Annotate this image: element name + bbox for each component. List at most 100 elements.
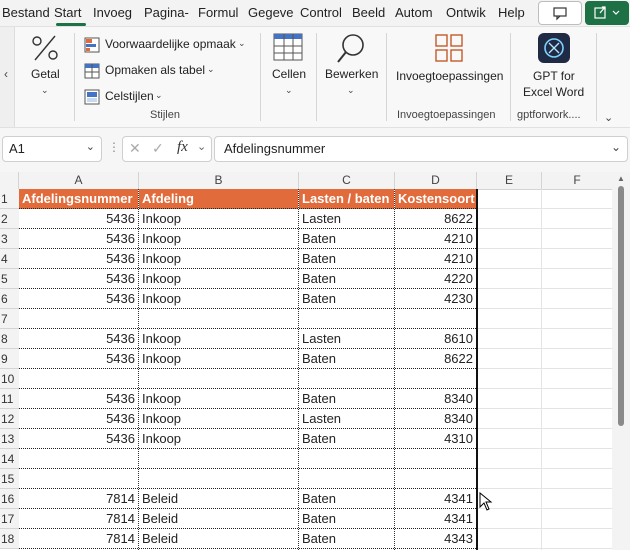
ribbon-scroll-left[interactable]: ‹: [0, 27, 15, 127]
more-options-icon[interactable]: ⋮: [108, 140, 120, 154]
row-header[interactable]: 17: [0, 509, 19, 529]
table-cell-d[interactable]: 4230: [395, 289, 476, 309]
row-header[interactable]: 4: [0, 249, 19, 269]
column-header-c[interactable]: C: [299, 172, 395, 190]
tab-beeld[interactable]: Beeld: [352, 0, 386, 26]
table-cell-a[interactable]: 5436: [19, 289, 138, 309]
worksheet-grid[interactable]: A B C D E F 1 Afdelingsnummer Afdeling L…: [0, 172, 630, 550]
table-cell-b[interactable]: Inkoop: [139, 209, 298, 229]
bewerken-button[interactable]: Bewerken ⌄: [322, 31, 380, 101]
table-cell-d[interactable]: 8622: [395, 209, 476, 229]
table-cell-a[interactable]: 7814: [19, 489, 138, 509]
column-header-d[interactable]: D: [395, 172, 477, 190]
table-cell-d[interactable]: [395, 469, 476, 489]
comments-button[interactable]: [538, 1, 582, 25]
tab-invoegen[interactable]: Invoeg: [93, 0, 137, 26]
table-cell-d[interactable]: 4341: [395, 489, 476, 509]
celstijlen-button[interactable]: Celstijlen ⌄: [84, 87, 168, 107]
table-cell-c[interactable]: Baten: [299, 509, 394, 529]
cancel-icon[interactable]: ✕: [129, 140, 141, 157]
row-header[interactable]: 14: [0, 449, 19, 469]
table-cell-c[interactable]: Lasten: [299, 329, 394, 349]
table-cell-d[interactable]: [395, 369, 476, 389]
table-cell-a[interactable]: 5436: [19, 269, 138, 289]
chevron-down-icon[interactable]: ⌄: [197, 140, 206, 153]
table-cell-b[interactable]: Inkoop: [139, 289, 298, 309]
table-cell-d[interactable]: 8622: [395, 349, 476, 369]
row-header[interactable]: 3: [0, 229, 19, 249]
cellen-button[interactable]: Cellen ⌄: [268, 31, 310, 101]
row-header[interactable]: 2: [0, 209, 19, 229]
table-cell-c[interactable]: Lasten: [299, 409, 394, 429]
table-cell-c[interactable]: Baten: [299, 229, 394, 249]
table-cell-b[interactable]: [139, 449, 298, 469]
row-header[interactable]: 10: [0, 369, 19, 389]
column-header-f[interactable]: F: [542, 172, 613, 190]
column-header-a[interactable]: A: [19, 172, 139, 190]
table-cell-b[interactable]: Inkoop: [139, 349, 298, 369]
table-cell-b[interactable]: Inkoop: [139, 229, 298, 249]
header-cell-lasten-baten[interactable]: Lasten / baten: [299, 189, 394, 209]
tab-automatiseren[interactable]: Autom: [395, 0, 437, 26]
name-box[interactable]: A1 ⌄: [2, 136, 102, 162]
tab-start[interactable]: Start: [54, 0, 88, 26]
table-cell-c[interactable]: Baten: [299, 249, 394, 269]
confirm-icon[interactable]: ✓: [152, 140, 164, 157]
tab-bestand[interactable]: Bestand: [2, 0, 50, 26]
table-cell-b[interactable]: Beleid: [139, 509, 298, 529]
column-header-e[interactable]: E: [477, 172, 542, 190]
row-header[interactable]: 5: [0, 269, 19, 289]
table-cell-b[interactable]: [139, 469, 298, 489]
table-cell-c[interactable]: Baten: [299, 529, 394, 549]
table-cell-d[interactable]: 4343: [395, 529, 476, 549]
share-button[interactable]: [585, 1, 629, 25]
header-cell-afdeling[interactable]: Afdeling: [139, 189, 298, 209]
table-cell-b[interactable]: Inkoop: [139, 429, 298, 449]
table-cell-a[interactable]: 7814: [19, 529, 138, 549]
invoegtoepassingen-button[interactable]: Invoegtoepassingen: [394, 31, 506, 91]
header-cell-kostensoort[interactable]: Kostensoort: [395, 189, 476, 209]
table-cell-c[interactable]: [299, 369, 394, 389]
table-cell-c[interactable]: Baten: [299, 429, 394, 449]
row-header[interactable]: 9: [0, 349, 19, 369]
table-cell-b[interactable]: Inkoop: [139, 269, 298, 289]
table-cell-d[interactable]: 4341: [395, 509, 476, 529]
table-cell-a[interactable]: 5436: [19, 389, 138, 409]
table-cell-c[interactable]: Baten: [299, 349, 394, 369]
row-header-1[interactable]: 1: [0, 189, 19, 209]
table-cell-d[interactable]: [395, 309, 476, 329]
table-cell-c[interactable]: Baten: [299, 389, 394, 409]
collapse-ribbon-icon[interactable]: ⌄: [604, 111, 613, 124]
header-cell-afdelingsnummer[interactable]: Afdelingsnummer: [19, 189, 138, 209]
table-cell-d[interactable]: 4210: [395, 229, 476, 249]
table-cell-a[interactable]: [19, 469, 138, 489]
table-cell-a[interactable]: [19, 309, 138, 329]
table-cell-b[interactable]: Inkoop: [139, 409, 298, 429]
tab-ontwikkelaars[interactable]: Ontwik: [446, 0, 490, 26]
row-header[interactable]: 15: [0, 469, 19, 489]
row-header[interactable]: 6: [0, 289, 19, 309]
table-cell-a[interactable]: 5436: [19, 409, 138, 429]
table-cell-b[interactable]: Beleid: [139, 489, 298, 509]
table-cell-a[interactable]: [19, 449, 138, 469]
voorwaardelijke-opmaak-button[interactable]: Voorwaardelijke opmaak ⌄: [84, 35, 254, 55]
tab-formules[interactable]: Formul: [198, 0, 242, 26]
table-cell-a[interactable]: 5436: [19, 229, 138, 249]
table-cell-b[interactable]: Inkoop: [139, 329, 298, 349]
select-all-corner[interactable]: [0, 172, 19, 190]
insert-function-icon[interactable]: fx: [177, 139, 188, 156]
table-cell-c[interactable]: Lasten: [299, 209, 394, 229]
table-cell-a[interactable]: [19, 369, 138, 389]
tab-help[interactable]: Help: [498, 0, 530, 26]
table-cell-b[interactable]: Inkoop: [139, 389, 298, 409]
opmaken-als-tabel-button[interactable]: Opmaken als tabel ⌄: [84, 61, 224, 81]
table-cell-c[interactable]: [299, 449, 394, 469]
table-cell-b[interactable]: [139, 369, 298, 389]
table-cell-b[interactable]: [139, 309, 298, 329]
vertical-scrollbar[interactable]: ▲: [612, 172, 630, 550]
gpt-for-excel-word-button[interactable]: GPT for Excel Word: [516, 31, 592, 103]
table-cell-d[interactable]: 4310: [395, 429, 476, 449]
column-header-b[interactable]: B: [139, 172, 299, 190]
table-cell-d[interactable]: 4210: [395, 249, 476, 269]
scroll-up-icon[interactable]: ▲: [617, 174, 625, 183]
